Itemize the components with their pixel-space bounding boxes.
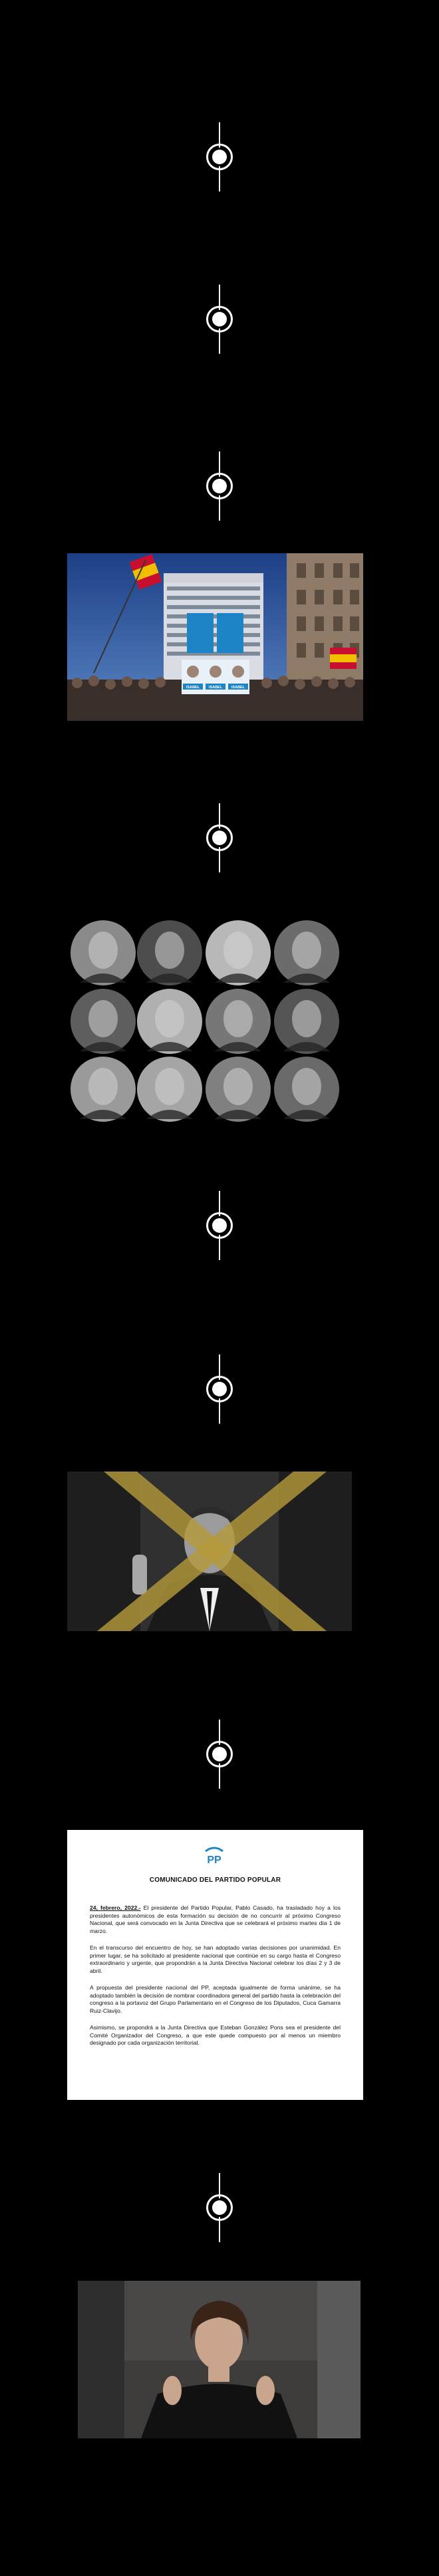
casado-crossed-photo xyxy=(67,1472,352,1631)
communique-paragraph-2: En el transcurso del encuentro de hoy, s… xyxy=(90,1944,341,1974)
pp-communique-document: PP COMUNICADO DEL PARTIDO POPULAR 24, fe… xyxy=(67,1830,363,2100)
communique-title: COMUNICADO DEL PARTIDO POPULAR xyxy=(149,1876,281,1884)
sign-text-2: ISABEL xyxy=(209,686,223,690)
ayuso-applauding-photo xyxy=(78,2281,361,2438)
communique-paragraph-4: Asimismo, se propondrá a la Junta Direct… xyxy=(90,2024,341,2046)
portrait-faces-overlay xyxy=(80,932,330,1119)
pp-logo-icon: PP xyxy=(205,1847,223,1866)
sign-text-1: ISABEL xyxy=(186,686,200,690)
communique-body: 24, febrero, 2022.- El presidente del Pa… xyxy=(90,1904,341,2057)
pp-logo-text: PP xyxy=(207,1855,221,1866)
communique-date: 24, febrero, 2022.- xyxy=(90,1904,141,1911)
communique-paragraph-3: A propuesta del presidente nacional del … xyxy=(90,1984,341,2014)
rally-headquarters-photo: ISABEL ISABEL ISABEL xyxy=(67,553,363,721)
communique-paragraph-1: 24, febrero, 2022.- El presidente del Pa… xyxy=(90,1904,341,1935)
sign-text-3: ISABEL xyxy=(231,686,245,690)
